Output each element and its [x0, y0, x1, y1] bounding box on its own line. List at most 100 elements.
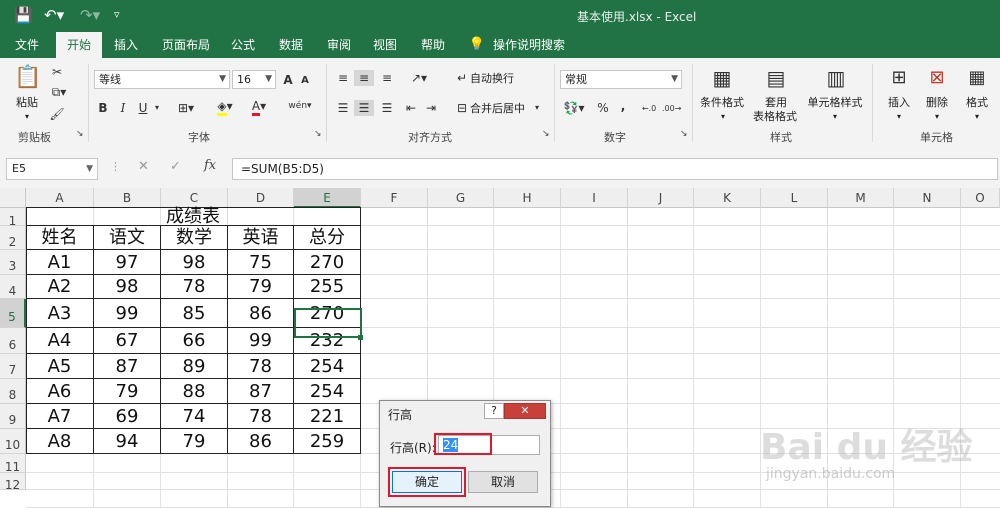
conditional-formatting-dropdown-icon[interactable]: ▾ [718, 110, 728, 123]
merge-dropdown-icon[interactable]: ▾ [532, 100, 542, 116]
name-cell[interactable]: A3 [26, 299, 94, 328]
cell-styles-button[interactable]: 单元格样式 [804, 96, 866, 109]
save-icon[interactable]: 💾 [14, 6, 33, 24]
top-align-icon[interactable]: ≡ [334, 70, 352, 86]
score-cell[interactable]: 87 [228, 379, 294, 404]
name-cell[interactable]: A5 [26, 354, 94, 379]
accounting-format-icon[interactable]: 💱▾ [562, 100, 586, 116]
increase-indent-icon[interactable]: ⇥ [422, 100, 440, 116]
score-cell[interactable]: 79 [94, 379, 161, 404]
close-button[interactable]: ✕ [504, 403, 546, 419]
format-as-table-label-2[interactable]: 表格格式 [744, 110, 806, 123]
score-cell[interactable]: 86 [228, 299, 294, 328]
name-cell[interactable]: A8 [26, 429, 94, 454]
column-header-e[interactable]: E [294, 188, 361, 208]
underline-button[interactable]: U [136, 100, 150, 116]
paste-icon[interactable]: 📋 [14, 64, 41, 92]
bottom-align-icon[interactable]: ≡ [378, 70, 396, 86]
score-cell[interactable]: 88 [161, 379, 228, 404]
underline-dropdown-icon[interactable]: ▾ [152, 100, 162, 116]
tab-data[interactable]: 数据 [270, 32, 312, 58]
format-dropdown-icon[interactable]: ▾ [972, 110, 982, 123]
column-header-d[interactable]: D [228, 188, 294, 208]
conditional-formatting-button[interactable]: 条件格式 [696, 96, 748, 109]
row-header-2[interactable]: 2 [0, 226, 26, 250]
name-cell[interactable]: A6 [26, 379, 94, 404]
number-format-select[interactable]: 常规 ▼ [560, 70, 682, 89]
center-icon[interactable]: ☰ [354, 100, 374, 116]
insert-cells-button[interactable]: 插入 [884, 96, 914, 109]
row-header-4[interactable]: 4 [0, 275, 26, 299]
paste-button[interactable]: 粘贴 [12, 96, 42, 109]
header-cell[interactable]: 数学 [161, 226, 228, 250]
header-cell[interactable]: 英语 [228, 226, 294, 250]
redo-icon[interactable]: ↷▾ [80, 6, 100, 24]
header-cell[interactable]: 语文 [94, 226, 161, 250]
score-cell[interactable]: 78 [161, 275, 228, 299]
score-cell[interactable]: 89 [161, 354, 228, 379]
comma-style-button[interactable]: , [618, 98, 628, 114]
align-left-icon[interactable]: ☰ [334, 100, 352, 116]
row-header-8[interactable]: 8 [0, 379, 26, 404]
score-cell[interactable]: 99 [94, 299, 161, 328]
cancel-button[interactable]: 取消 [468, 471, 538, 493]
format-painter-icon[interactable]: 🖌 [48, 106, 66, 122]
name-box[interactable]: E5 ▼ [6, 158, 98, 180]
help-button[interactable]: ? [484, 403, 504, 419]
font-size-select[interactable]: 16 ▼ [232, 70, 276, 89]
total-cell[interactable]: 255 [294, 275, 361, 299]
italic-button[interactable]: I [116, 100, 130, 116]
decrease-indent-icon[interactable]: ⇤ [402, 100, 420, 116]
column-header-i[interactable]: I [561, 188, 628, 208]
row-header-3[interactable]: 3 [0, 250, 26, 275]
tab-home[interactable]: 开始 [56, 32, 102, 58]
total-cell[interactable]: 254 [294, 379, 361, 404]
tab-insert[interactable]: 插入 [106, 32, 146, 58]
total-cell[interactable]: 259 [294, 429, 361, 454]
column-header-b[interactable]: B [94, 188, 161, 208]
row-header-7[interactable]: 7 [0, 354, 26, 379]
font-name-select[interactable]: 等线 ▼ [94, 70, 230, 89]
column-header-o[interactable]: O [961, 188, 1000, 208]
formula-input[interactable]: =SUM(B5:D5) [232, 158, 998, 180]
format-cells-button[interactable]: 格式 [962, 96, 992, 109]
score-cell[interactable]: 97 [94, 250, 161, 275]
delete-cells-button[interactable]: 删除 [922, 96, 952, 109]
tab-file[interactable]: 文件 [6, 32, 48, 58]
increase-font-size-icon[interactable]: A [280, 72, 296, 88]
tab-view[interactable]: 视图 [364, 32, 406, 58]
merge-center-button[interactable]: 合并后居中 [470, 102, 532, 115]
font-color-icon[interactable]: A▾ [246, 98, 272, 116]
column-header-n[interactable]: N [894, 188, 961, 208]
column-header-a[interactable]: A [26, 188, 94, 208]
column-header-h[interactable]: H [494, 188, 561, 208]
orientation-icon[interactable]: ↗▾ [406, 70, 432, 86]
decrease-font-size-icon[interactable]: A [298, 73, 312, 89]
number-launcher-icon[interactable]: ↘ [680, 129, 688, 139]
name-cell[interactable]: A1 [26, 250, 94, 275]
percent-style-button[interactable]: % [596, 100, 610, 116]
column-header-l[interactable]: L [761, 188, 828, 208]
score-cell[interactable]: 87 [94, 354, 161, 379]
active-cell-border[interactable] [294, 308, 362, 338]
tab-formulas[interactable]: 公式 [222, 32, 264, 58]
align-right-icon[interactable]: ☰ [378, 100, 396, 116]
total-cell[interactable]: 254 [294, 354, 361, 379]
table-title[interactable]: 成绩表 [26, 208, 361, 226]
borders-icon[interactable]: ⊞▾ [174, 100, 198, 116]
decrease-decimal-icon[interactable]: .00→ [662, 101, 681, 117]
name-cell[interactable]: A2 [26, 275, 94, 299]
paste-dropdown-icon[interactable]: ▾ [22, 110, 32, 123]
total-cell[interactable]: 270 [294, 250, 361, 275]
font-launcher-icon[interactable]: ↘ [314, 129, 322, 139]
score-cell[interactable]: 94 [94, 429, 161, 454]
row-header-10[interactable]: 10 [0, 429, 26, 454]
select-all-corner[interactable] [0, 188, 26, 208]
tab-review[interactable]: 审阅 [318, 32, 360, 58]
row-header-11[interactable]: 11 [0, 454, 26, 474]
name-cell[interactable]: A4 [26, 328, 94, 354]
alignment-launcher-icon[interactable]: ↘ [542, 129, 550, 139]
bold-button[interactable]: B [96, 100, 110, 116]
copy-icon[interactable]: ⧉▾ [48, 84, 70, 100]
name-cell[interactable]: A7 [26, 404, 94, 429]
